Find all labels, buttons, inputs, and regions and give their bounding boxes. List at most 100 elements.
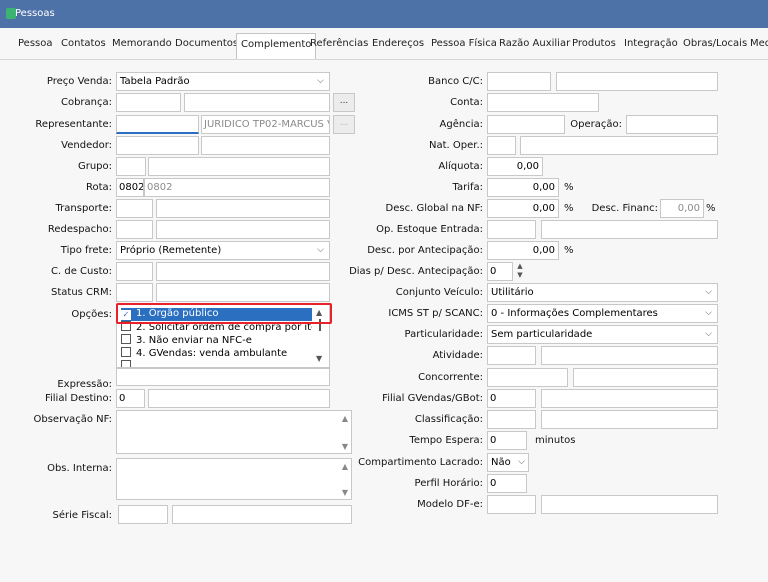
checkbox-checked-icon[interactable]: ✓ [121, 310, 131, 320]
option-gvendas-ambulante[interactable]: 4. GVendas: venda ambulante [121, 347, 287, 360]
scrollbar-thumb[interactable] [319, 319, 321, 331]
filial-gvendas-input[interactable]: 0 [487, 389, 536, 408]
agencia-input[interactable] [487, 115, 565, 134]
vendedor-code-input[interactable] [116, 136, 199, 155]
tab-contatos[interactable]: Contatos [61, 38, 106, 49]
transporte-code-input[interactable] [116, 199, 153, 218]
option-orgao-publico[interactable]: ✓ 1. Órgão público [121, 308, 314, 321]
tab-memorando[interactable]: Memorando [112, 38, 172, 49]
representante-lookup-button[interactable]: ... [333, 115, 355, 134]
status-crm-name-input[interactable] [156, 283, 330, 302]
opcoes-checklist[interactable]: ✓ 1. Órgão público 2. Solicitar ordem de … [116, 304, 330, 368]
tab-integracao[interactable]: Integração [624, 38, 678, 49]
scroll-up-icon[interactable]: ▲ [342, 462, 348, 471]
dias-antecip-input[interactable]: 0 [487, 262, 513, 281]
scroll-up-icon[interactable]: ▲ [342, 414, 348, 423]
representante-code-input[interactable] [116, 115, 199, 134]
serie-fiscal-input[interactable] [118, 505, 168, 524]
desc-global-input[interactable]: 0,00 [487, 199, 559, 218]
option-solicitar-ordem[interactable]: 2. Solicitar ordem de compra por item [121, 321, 327, 334]
representante-name-input[interactable]: JURIDICO TP02-MARCUS VIN [201, 115, 330, 134]
tab-pessoa[interactable]: Pessoa [18, 38, 53, 49]
grupo-code-input[interactable] [116, 157, 146, 176]
nat-oper-code-input[interactable] [487, 136, 516, 155]
tab-enderecos[interactable]: Endereços [372, 38, 424, 49]
cobranca-code-input[interactable] [116, 93, 181, 112]
observacao-nf-textarea[interactable]: ▲ ▼ [116, 410, 352, 454]
banco-code-input[interactable] [487, 72, 551, 91]
operacao-input[interactable] [626, 115, 718, 134]
redespacho-name-input[interactable] [156, 220, 330, 239]
scroll-down-icon[interactable]: ▼ [316, 354, 322, 363]
tab-obras-locais[interactable]: Obras/Locais [683, 38, 747, 49]
icms-st-select[interactable]: 0 - Informações Complementares ⌵ [487, 304, 718, 323]
aliquota-input[interactable]: 0,00 [487, 157, 543, 176]
grupo-name-input[interactable] [148, 157, 330, 176]
rota-code-input[interactable]: 0802 [116, 178, 144, 197]
classificacao-name-input[interactable] [541, 410, 718, 429]
checkbox-icon[interactable] [121, 334, 131, 344]
tempo-espera-input[interactable]: 0 [487, 431, 527, 450]
scroll-down-icon[interactable]: ▼ [342, 442, 348, 451]
tab-med[interactable]: Med [750, 38, 768, 49]
tab-referencias[interactable]: Referências [310, 38, 368, 49]
observacao-nf-label: Observação NF: [33, 414, 113, 425]
desc-financ-input[interactable]: 0,00 [660, 199, 704, 218]
tipo-frete-select[interactable]: Próprio (Remetente) ⌵ [116, 241, 330, 260]
chevron-down-icon: ⌵ [705, 287, 712, 297]
cobranca-lookup-button[interactable]: ... [333, 93, 355, 112]
filial-destino-name-input[interactable] [148, 389, 330, 408]
custo-name-input[interactable] [156, 262, 330, 281]
tipo-frete-value: Próprio (Remetente) [120, 245, 222, 256]
particularidade-label: Particularidade: [404, 329, 484, 340]
option-label: 1. Órgão público [136, 308, 219, 319]
transporte-name-input[interactable] [156, 199, 330, 218]
preco-venda-select[interactable]: Tabela Padrão ⌵ [116, 72, 330, 91]
tab-razao-auxiliar[interactable]: Razão Auxiliar [499, 38, 570, 49]
rota-name-input[interactable]: 0802 [144, 178, 330, 197]
grupo-label: Grupo: [77, 161, 112, 172]
conta-input[interactable] [487, 93, 599, 112]
nat-oper-name-input[interactable] [520, 136, 718, 155]
classificacao-code-input[interactable] [487, 410, 536, 429]
op-estoque-name-input[interactable] [541, 220, 718, 239]
option-nao-enviar-nfce[interactable]: 3. Não enviar na NFC-e [121, 334, 252, 347]
checkbox-icon[interactable] [121, 347, 131, 357]
scroll-up-icon[interactable]: ▲ [316, 308, 322, 317]
scroll-down-icon[interactable]: ▼ [342, 488, 348, 497]
modelo-dfe-code-input[interactable] [487, 495, 536, 514]
conta-label: Conta: [450, 97, 483, 108]
filial-gvendas-name-input[interactable] [541, 389, 718, 408]
cobranca-name-input[interactable] [184, 93, 330, 112]
op-estoque-code-input[interactable] [487, 220, 536, 239]
tab-pessoa-fisica[interactable]: Pessoa Física [431, 38, 497, 49]
modelo-dfe-name-input[interactable] [541, 495, 718, 514]
obs-interna-textarea[interactable]: ▲ ▼ [116, 458, 352, 500]
atividade-code-input[interactable] [487, 346, 536, 365]
filial-destino-input[interactable]: 0 [116, 389, 145, 408]
tab-produtos[interactable]: Produtos [572, 38, 616, 49]
desc-antecip-input[interactable]: 0,00 [487, 241, 559, 260]
redespacho-code-input[interactable] [116, 220, 153, 239]
spinner-arrows-icon[interactable]: ▲ ▼ [515, 262, 525, 280]
perfil-horario-input[interactable]: 0 [487, 474, 527, 493]
tab-documentos[interactable]: Documentos [175, 38, 238, 49]
particularidade-select[interactable]: Sem particularidade ⌵ [487, 325, 718, 344]
expressao-input[interactable] [116, 368, 330, 386]
checkbox-icon[interactable] [121, 360, 131, 367]
tarifa-input[interactable]: 0,00 [487, 178, 559, 197]
conjunto-veiculo-select[interactable]: Utilitário ⌵ [487, 283, 718, 302]
atividade-name-input[interactable] [541, 346, 718, 365]
banco-name-input[interactable] [556, 72, 718, 91]
concorrente-code-input[interactable] [487, 368, 568, 387]
custo-code-input[interactable] [116, 262, 153, 281]
vendedor-name-input[interactable] [201, 136, 330, 155]
tab-complemento[interactable]: Complemento [236, 33, 317, 59]
concorrente-name-input[interactable] [573, 368, 718, 387]
opcoes-scrollbar[interactable]: ▲ ▼ [312, 305, 329, 367]
status-crm-code-input[interactable] [116, 283, 153, 302]
compartimento-select[interactable]: Não ⌵ [487, 453, 529, 472]
custo-label: C. de Custo: [51, 266, 112, 277]
serie-fiscal-name-input[interactable] [172, 505, 352, 524]
checkbox-icon[interactable] [121, 321, 131, 331]
